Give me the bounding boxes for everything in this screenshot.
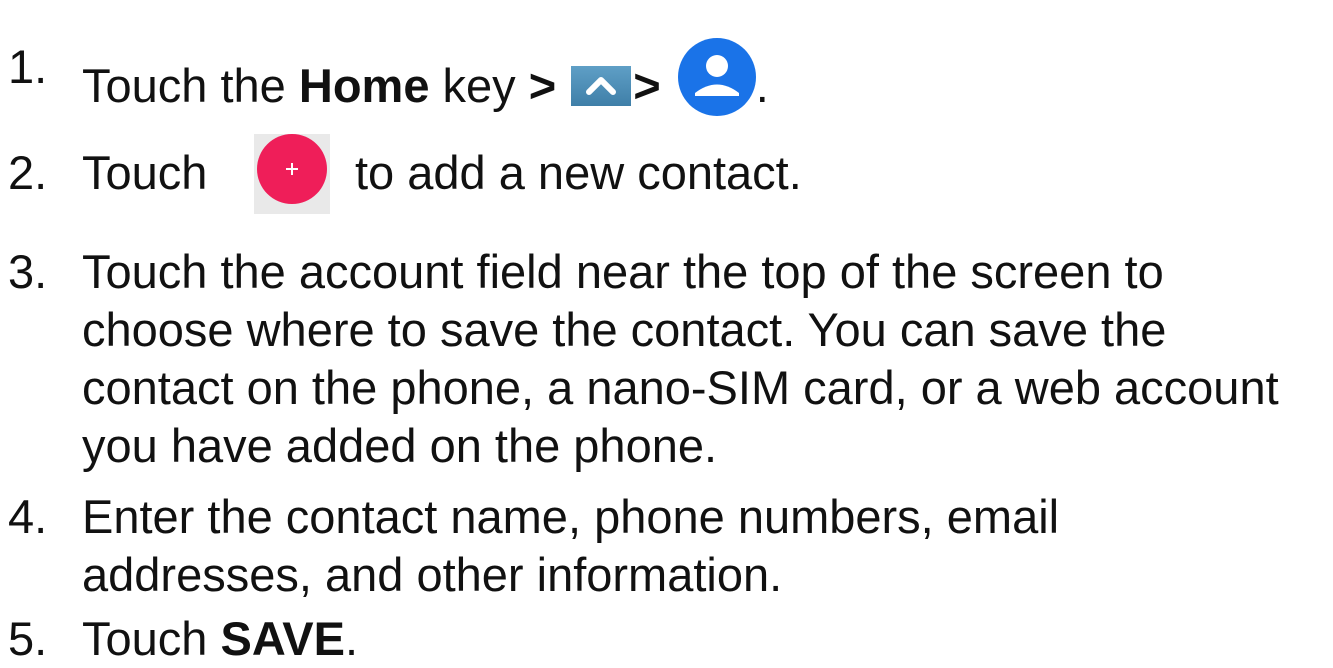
step-number: 3.	[8, 245, 48, 298]
step-number: 1.	[8, 40, 48, 93]
up-arrow-icon	[571, 66, 632, 106]
text-line: Touch the account field near the top of …	[82, 245, 1164, 298]
text-run: Touch	[82, 612, 221, 665]
text-line: addresses, and other information.	[82, 548, 783, 601]
text-line: contact on the phone, a nano-SIM card, o…	[82, 361, 1279, 414]
text-run: .	[344, 612, 359, 665]
text-run: key	[429, 59, 529, 112]
text-run: Touch	[82, 146, 208, 199]
arrow-separator: >	[633, 59, 661, 112]
step-number: 4.	[8, 490, 48, 543]
step-number: 2.	[8, 146, 48, 199]
step-number: 5.	[8, 612, 48, 665]
step-text: Touch SAVE.	[82, 610, 1323, 668]
arrow-separator: >	[528, 59, 557, 112]
add-icon-wrapper	[254, 134, 330, 214]
text-line: choose where to save the contact. You ca…	[82, 303, 1167, 356]
add-icon	[257, 134, 327, 204]
step-text: Touch the account field near the top of …	[82, 243, 1323, 475]
step-text: Enter the contact name, phone numbers, e…	[82, 488, 1323, 604]
text-line: you have added on the phone.	[82, 419, 718, 472]
home-key-label: Home	[298, 59, 430, 112]
text-run: Touch the	[82, 59, 299, 112]
step-text: Touch the Home key > > .	[82, 38, 1323, 116]
text-line: Enter the contact name, phone numbers, e…	[82, 490, 1060, 543]
text-run: to add a new contact.	[355, 146, 802, 199]
save-label: SAVE	[220, 612, 345, 665]
text-run: .	[755, 59, 769, 112]
contact-icon	[677, 38, 756, 116]
